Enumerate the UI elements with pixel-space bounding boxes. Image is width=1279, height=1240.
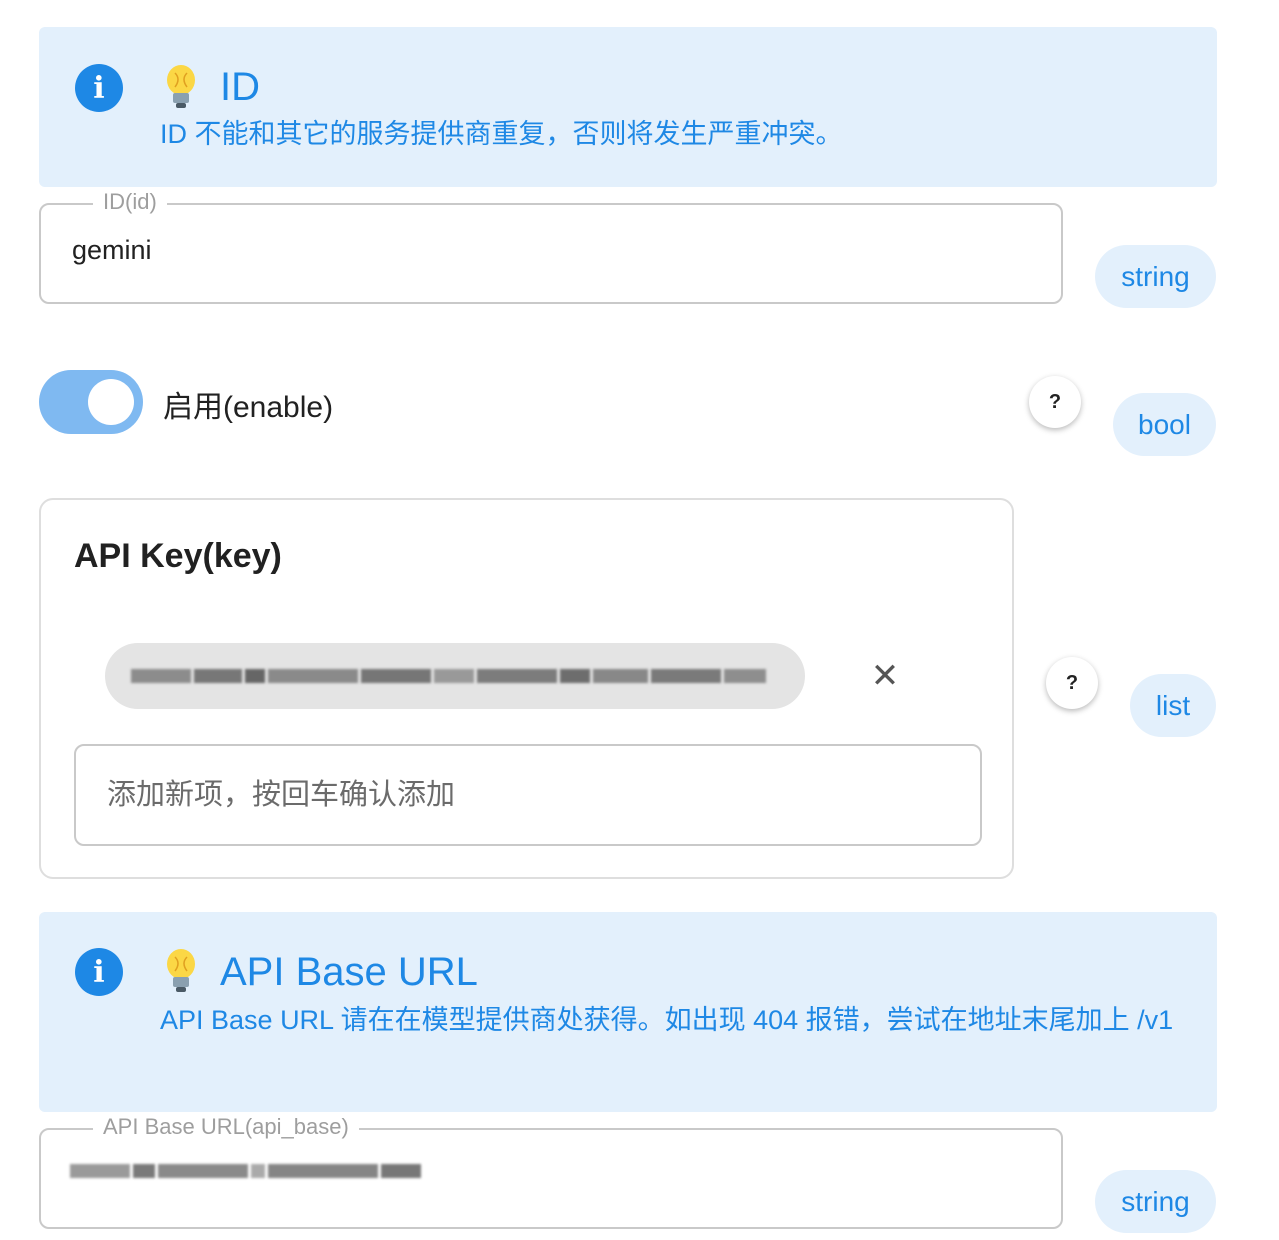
id-info-title: ID [220, 65, 260, 109]
api-key-help-button[interactable]: ? [1046, 657, 1098, 709]
type-chip-key: list [1130, 674, 1216, 737]
info-icon: i [75, 64, 123, 112]
api-base-masked-value[interactable] [70, 1154, 424, 1188]
info-icon: i [75, 948, 123, 996]
api-key-list-card: API Key(key) ✕ [39, 498, 1014, 879]
toggle-thumb [88, 379, 134, 425]
enable-help-button[interactable]: ? [1029, 376, 1081, 428]
api-key-masked-value [131, 659, 769, 693]
api-base-field[interactable]: API Base URL(api_base) [39, 1114, 1063, 1229]
api-key-chip [105, 643, 805, 709]
close-icon[interactable]: ✕ [867, 658, 903, 694]
id-field[interactable]: ID(id) gemini [39, 189, 1063, 304]
id-field-value[interactable]: gemini [72, 235, 152, 266]
id-field-label: ID(id) [93, 189, 167, 215]
lightbulb-icon [167, 949, 195, 992]
api-base-info-alert: i API Base URL API Base URL 请在在模型提供商处获得。… [39, 912, 1217, 1112]
id-info-text: ID 不能和其它的服务提供商重复，否则将发生严重冲突。 [160, 119, 843, 149]
type-chip-api-base: string [1095, 1170, 1216, 1233]
id-info-alert: i ID ID 不能和其它的服务提供商重复，否则将发生严重冲突。 [39, 27, 1217, 187]
api-base-info-title: API Base URL [220, 950, 478, 994]
lightbulb-icon [167, 65, 195, 108]
type-chip-enable: bool [1113, 393, 1216, 456]
api-key-title: API Key(key) [74, 537, 282, 575]
api-base-info-text: API Base URL 请在在模型提供商处获得。如出现 404 报错，尝试在地… [160, 1005, 1174, 1035]
type-chip-id: string [1095, 245, 1216, 308]
api-key-add-input[interactable] [74, 744, 982, 846]
enable-toggle-label: 启用(enable) [163, 391, 334, 424]
api-base-field-label: API Base URL(api_base) [93, 1114, 359, 1140]
enable-toggle[interactable] [39, 370, 143, 434]
